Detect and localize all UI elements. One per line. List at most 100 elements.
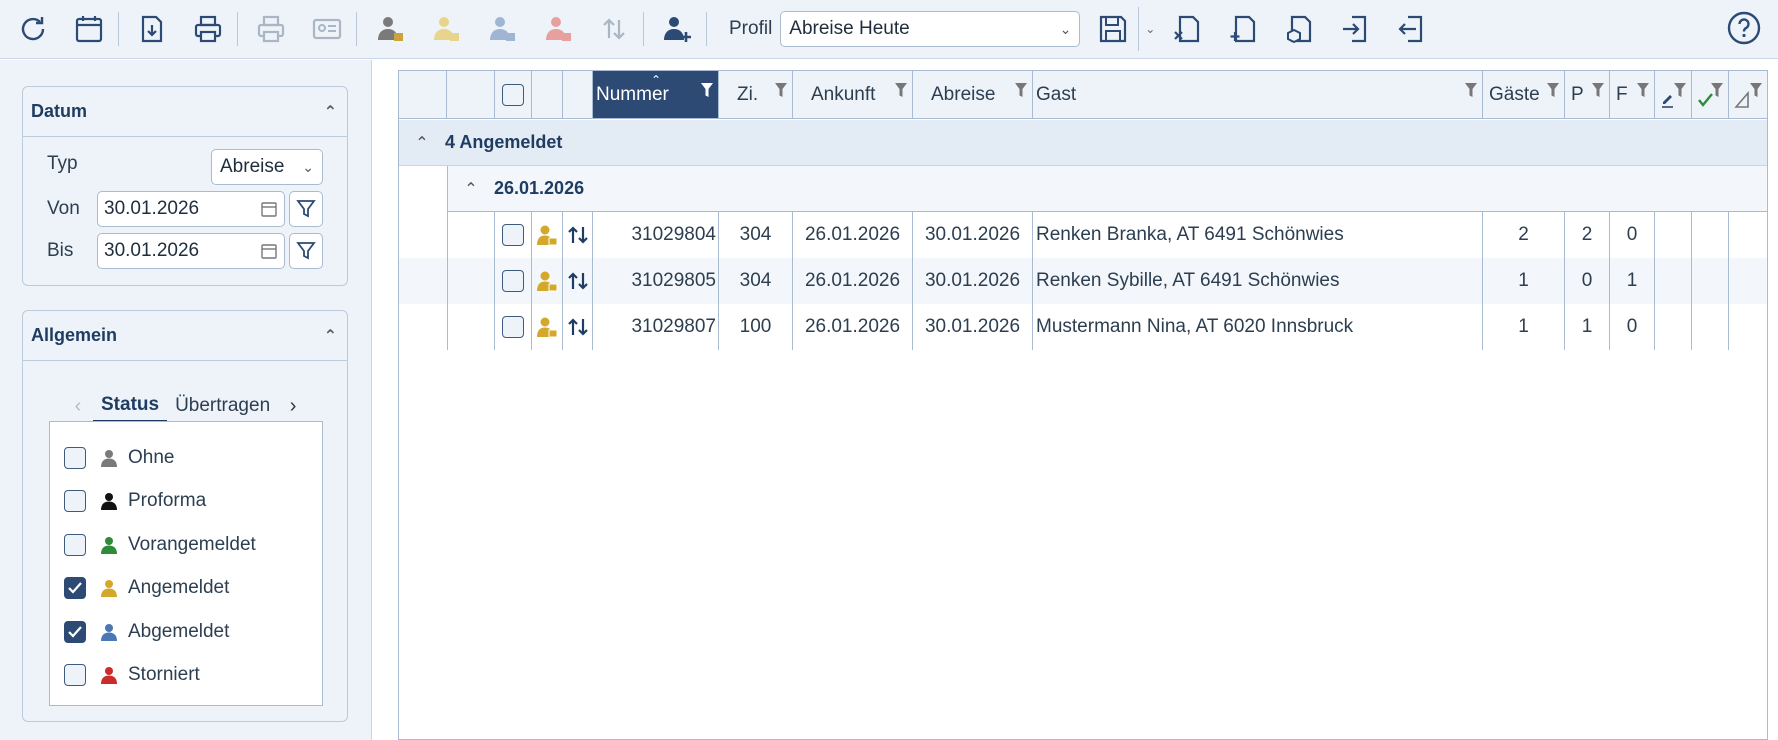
swap-arrows-icon[interactable]: [566, 316, 590, 338]
calendar-icon[interactable]: [260, 242, 278, 260]
tab-uebertragen[interactable]: Übertragen: [167, 389, 278, 423]
tab-status[interactable]: Status: [93, 389, 168, 423]
status-item[interactable]: Abgemeldet: [50, 610, 322, 654]
bis-filter-button[interactable]: [289, 233, 323, 269]
chevron-up-icon[interactable]: ⌃: [448, 179, 494, 199]
header-nummer[interactable]: ⌃ Nummer: [593, 71, 719, 119]
chevron-up-icon[interactable]: ⌃: [324, 326, 337, 346]
save-dropdown-chevron-icon[interactable]: ⌄: [1138, 7, 1155, 51]
header-gast[interactable]: Gast: [1033, 71, 1483, 119]
import-icon[interactable]: [1333, 6, 1379, 52]
status-item[interactable]: Storniert: [50, 654, 322, 698]
status-checkbox[interactable]: [64, 490, 86, 513]
person-icon: [98, 490, 120, 512]
person-yellow-icon[interactable]: [423, 6, 469, 52]
print-icon[interactable]: [185, 6, 231, 52]
filter-icon[interactable]: [700, 81, 714, 99]
filter-icon[interactable]: [1014, 81, 1028, 99]
status-list: Ohne Proforma Vorangemeldet Angemeldet Abgem…: [49, 421, 323, 706]
group-row-date[interactable]: ⌃ 26.01.2026: [447, 166, 1767, 212]
status-checkbox[interactable]: [64, 577, 86, 600]
profil-select[interactable]: Abreise Heute ⌄: [780, 11, 1081, 47]
typ-select-value: Abreise: [220, 156, 285, 177]
empty-cell: [1729, 212, 1767, 258]
status-item[interactable]: Ohne: [50, 436, 322, 480]
person-gray-icon[interactable]: [367, 6, 413, 52]
header-f[interactable]: F: [1610, 71, 1655, 119]
allgemein-panel-header[interactable]: Allgemein ⌃: [23, 311, 347, 361]
status-item[interactable]: Angemeldet: [50, 567, 322, 611]
typ-select[interactable]: Abreise ⌄: [211, 149, 323, 185]
filter-icon[interactable]: [1546, 81, 1560, 99]
table-row[interactable]: 31029807 100 26.01.2026 30.01.2026 Musterman…: [399, 304, 1767, 350]
person-red-icon[interactable]: [535, 6, 581, 52]
cell-gast: Mustermann Nina, AT 6020 Innsbruck: [1033, 304, 1483, 350]
header-gaeste[interactable]: Gäste: [1483, 71, 1565, 119]
calendar-icon[interactable]: [260, 200, 278, 218]
save-icon[interactable]: [1090, 6, 1136, 52]
status-label: Proforma: [128, 490, 207, 512]
person-blue-icon[interactable]: [479, 6, 525, 52]
header-zi[interactable]: Zi.: [719, 71, 793, 119]
row-checkbox[interactable]: [502, 316, 524, 338]
typ-label: Typ: [47, 153, 78, 174]
datum-panel-header[interactable]: Datum ⌃: [23, 87, 347, 137]
cell-gast: Renken Branka, AT 6491 Schönwies: [1033, 212, 1483, 258]
separator: [118, 12, 119, 46]
row-checkbox[interactable]: [502, 224, 524, 246]
bis-label: Bis: [47, 240, 74, 261]
status-label: Vorangemeldet: [128, 533, 256, 555]
refresh-icon[interactable]: [10, 6, 56, 52]
filter-icon[interactable]: [1636, 81, 1650, 99]
filter-icon[interactable]: [1591, 81, 1605, 99]
status-checkbox[interactable]: [64, 533, 86, 556]
header-p[interactable]: P: [1565, 71, 1610, 119]
table-row[interactable]: 31029804 304 26.01.2026 30.01.2026 Renken Br…: [399, 212, 1767, 258]
filter-icon[interactable]: [1710, 81, 1724, 99]
swap-arrows-icon[interactable]: [591, 6, 637, 52]
status-checkbox[interactable]: [64, 620, 86, 643]
bis-date-input[interactable]: 30.01.2026: [97, 233, 285, 269]
add-person-icon[interactable]: [654, 6, 700, 52]
select-all-checkbox[interactable]: [502, 83, 524, 106]
status-item[interactable]: Proforma: [50, 480, 322, 524]
download-icon[interactable]: [129, 6, 175, 52]
von-filter-button[interactable]: [289, 191, 323, 227]
chevron-right-icon[interactable]: ›: [278, 395, 308, 418]
header-select-all[interactable]: [495, 71, 532, 119]
allgemein-panel: Allgemein ⌃ ‹ Status Übertragen › Ohne Pr…: [22, 310, 348, 722]
swap-arrows-icon[interactable]: [566, 224, 590, 246]
chevron-up-icon[interactable]: ⌃: [324, 102, 337, 122]
swap-arrows-icon[interactable]: [566, 270, 590, 292]
table-row[interactable]: 31029805 304 26.01.2026 30.01.2026 Renken Sy…: [399, 258, 1767, 304]
row-checkbox[interactable]: [502, 270, 524, 292]
header-p-label: P: [1571, 83, 1584, 105]
status-checkbox[interactable]: [64, 664, 86, 687]
filter-icon[interactable]: [1749, 81, 1763, 99]
export-excel-icon[interactable]: [1165, 6, 1211, 52]
status-item[interactable]: Vorangemeldet: [50, 523, 322, 567]
header-ankunft[interactable]: Ankunft: [793, 71, 913, 119]
document-box-icon[interactable]: [1277, 6, 1323, 52]
filter-icon[interactable]: [894, 81, 908, 99]
header-edit-col[interactable]: [1655, 71, 1692, 119]
header-measure-col[interactable]: [1729, 71, 1767, 119]
filter-icon[interactable]: [1464, 81, 1478, 99]
von-date-input[interactable]: 30.01.2026: [97, 191, 285, 227]
chevron-up-icon[interactable]: ⌃: [399, 133, 445, 153]
group-row-status[interactable]: ⌃ 4 Angemeldet: [399, 120, 1767, 166]
cell-f: 0: [1610, 304, 1655, 350]
toolbar: Profil Abreise Heute ⌄ ⌄: [0, 0, 1778, 59]
empty-cell: [1655, 304, 1692, 350]
status-checkbox[interactable]: [64, 446, 86, 469]
filter-icon[interactable]: [1673, 81, 1687, 99]
filter-icon[interactable]: [774, 81, 788, 99]
export-icon[interactable]: [1389, 6, 1435, 52]
header-abreise[interactable]: Abreise: [913, 71, 1033, 119]
help-icon[interactable]: [1726, 10, 1762, 52]
empty-cell: [1655, 258, 1692, 304]
indent-cell: [447, 258, 495, 304]
calendar-icon[interactable]: [66, 6, 112, 52]
header-check-col[interactable]: [1692, 71, 1729, 119]
add-document-icon[interactable]: [1221, 6, 1267, 52]
